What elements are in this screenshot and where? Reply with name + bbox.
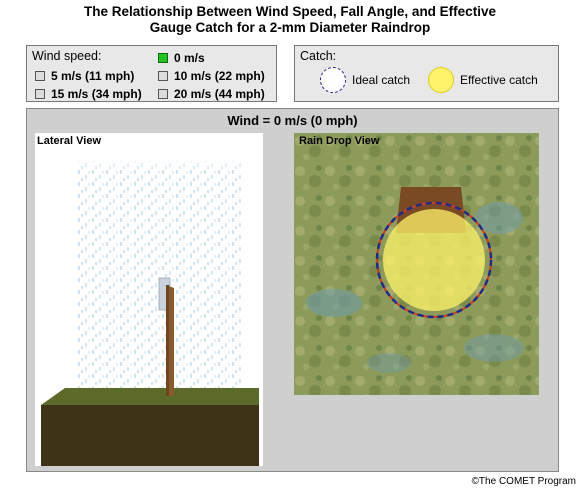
rain-drop-view: Rain Drop View — [294, 133, 539, 395]
copyright-credit: ©The COMET Program — [471, 476, 576, 487]
simulation-panel: Wind = 0 m/s (0 mph) Lateral View Rain D… — [26, 108, 559, 472]
ground-top — [41, 388, 259, 405]
lateral-view-title: Lateral View — [37, 135, 101, 147]
effective-catch-circle-icon — [428, 67, 454, 93]
effective-catch-legend: Effective catch — [428, 67, 538, 93]
wind-option-10-label: 10 m/s (22 mph) — [174, 69, 265, 83]
ideal-catch-legend: Ideal catch — [320, 67, 410, 93]
wind-option-0-label: 0 m/s — [174, 51, 205, 65]
rain-drop-view-title: Rain Drop View — [299, 135, 380, 147]
wind-speed-panel: Wind speed: 0 m/s 5 m/s (11 mph) 10 m/s … — [26, 45, 277, 102]
wind-option-0[interactable]: 0 m/s — [158, 51, 205, 65]
wind-option-10[interactable]: 10 m/s (22 mph) — [158, 69, 265, 83]
wind-option-15[interactable]: 15 m/s (34 mph) — [35, 87, 142, 101]
wind-option-5[interactable]: 5 m/s (11 mph) — [35, 69, 134, 83]
radio-checkbox-15 — [35, 89, 45, 99]
effective-catch-circle — [383, 209, 485, 311]
radio-checkbox-0-selected — [158, 53, 168, 63]
effective-catch-label: Effective catch — [460, 73, 538, 87]
wind-option-20-label: 20 m/s (44 mph) — [174, 87, 265, 101]
catch-label: Catch: — [300, 49, 337, 63]
ground-front — [41, 405, 259, 466]
radio-checkbox-20 — [158, 89, 168, 99]
radio-checkbox-5 — [35, 71, 45, 81]
ideal-catch-circle-icon — [320, 67, 346, 93]
wind-option-15-label: 15 m/s (34 mph) — [51, 87, 142, 101]
wind-option-5-label: 5 m/s (11 mph) — [51, 69, 135, 83]
lateral-view-scene — [41, 153, 259, 466]
ideal-catch-label: Ideal catch — [352, 73, 411, 87]
page-title: The Relationship Between Wind Speed, Fal… — [0, 4, 580, 36]
radio-checkbox-10 — [158, 71, 168, 81]
rain-drop-view-scene — [294, 133, 539, 395]
catch-legend-panel: Catch: Ideal catch Effective catch — [294, 45, 559, 102]
title-line-2: Gauge Catch for a 2-mm Diameter Raindrop — [149, 20, 431, 35]
wind-speed-label: Wind speed: — [32, 49, 102, 63]
wind-option-20[interactable]: 20 m/s (44 mph) — [158, 87, 265, 101]
title-line-1: The Relationship Between Wind Speed, Fal… — [84, 4, 496, 19]
lateral-view: Lateral View — [35, 133, 263, 466]
wind-readout: Wind = 0 m/s (0 mph) — [227, 113, 358, 128]
